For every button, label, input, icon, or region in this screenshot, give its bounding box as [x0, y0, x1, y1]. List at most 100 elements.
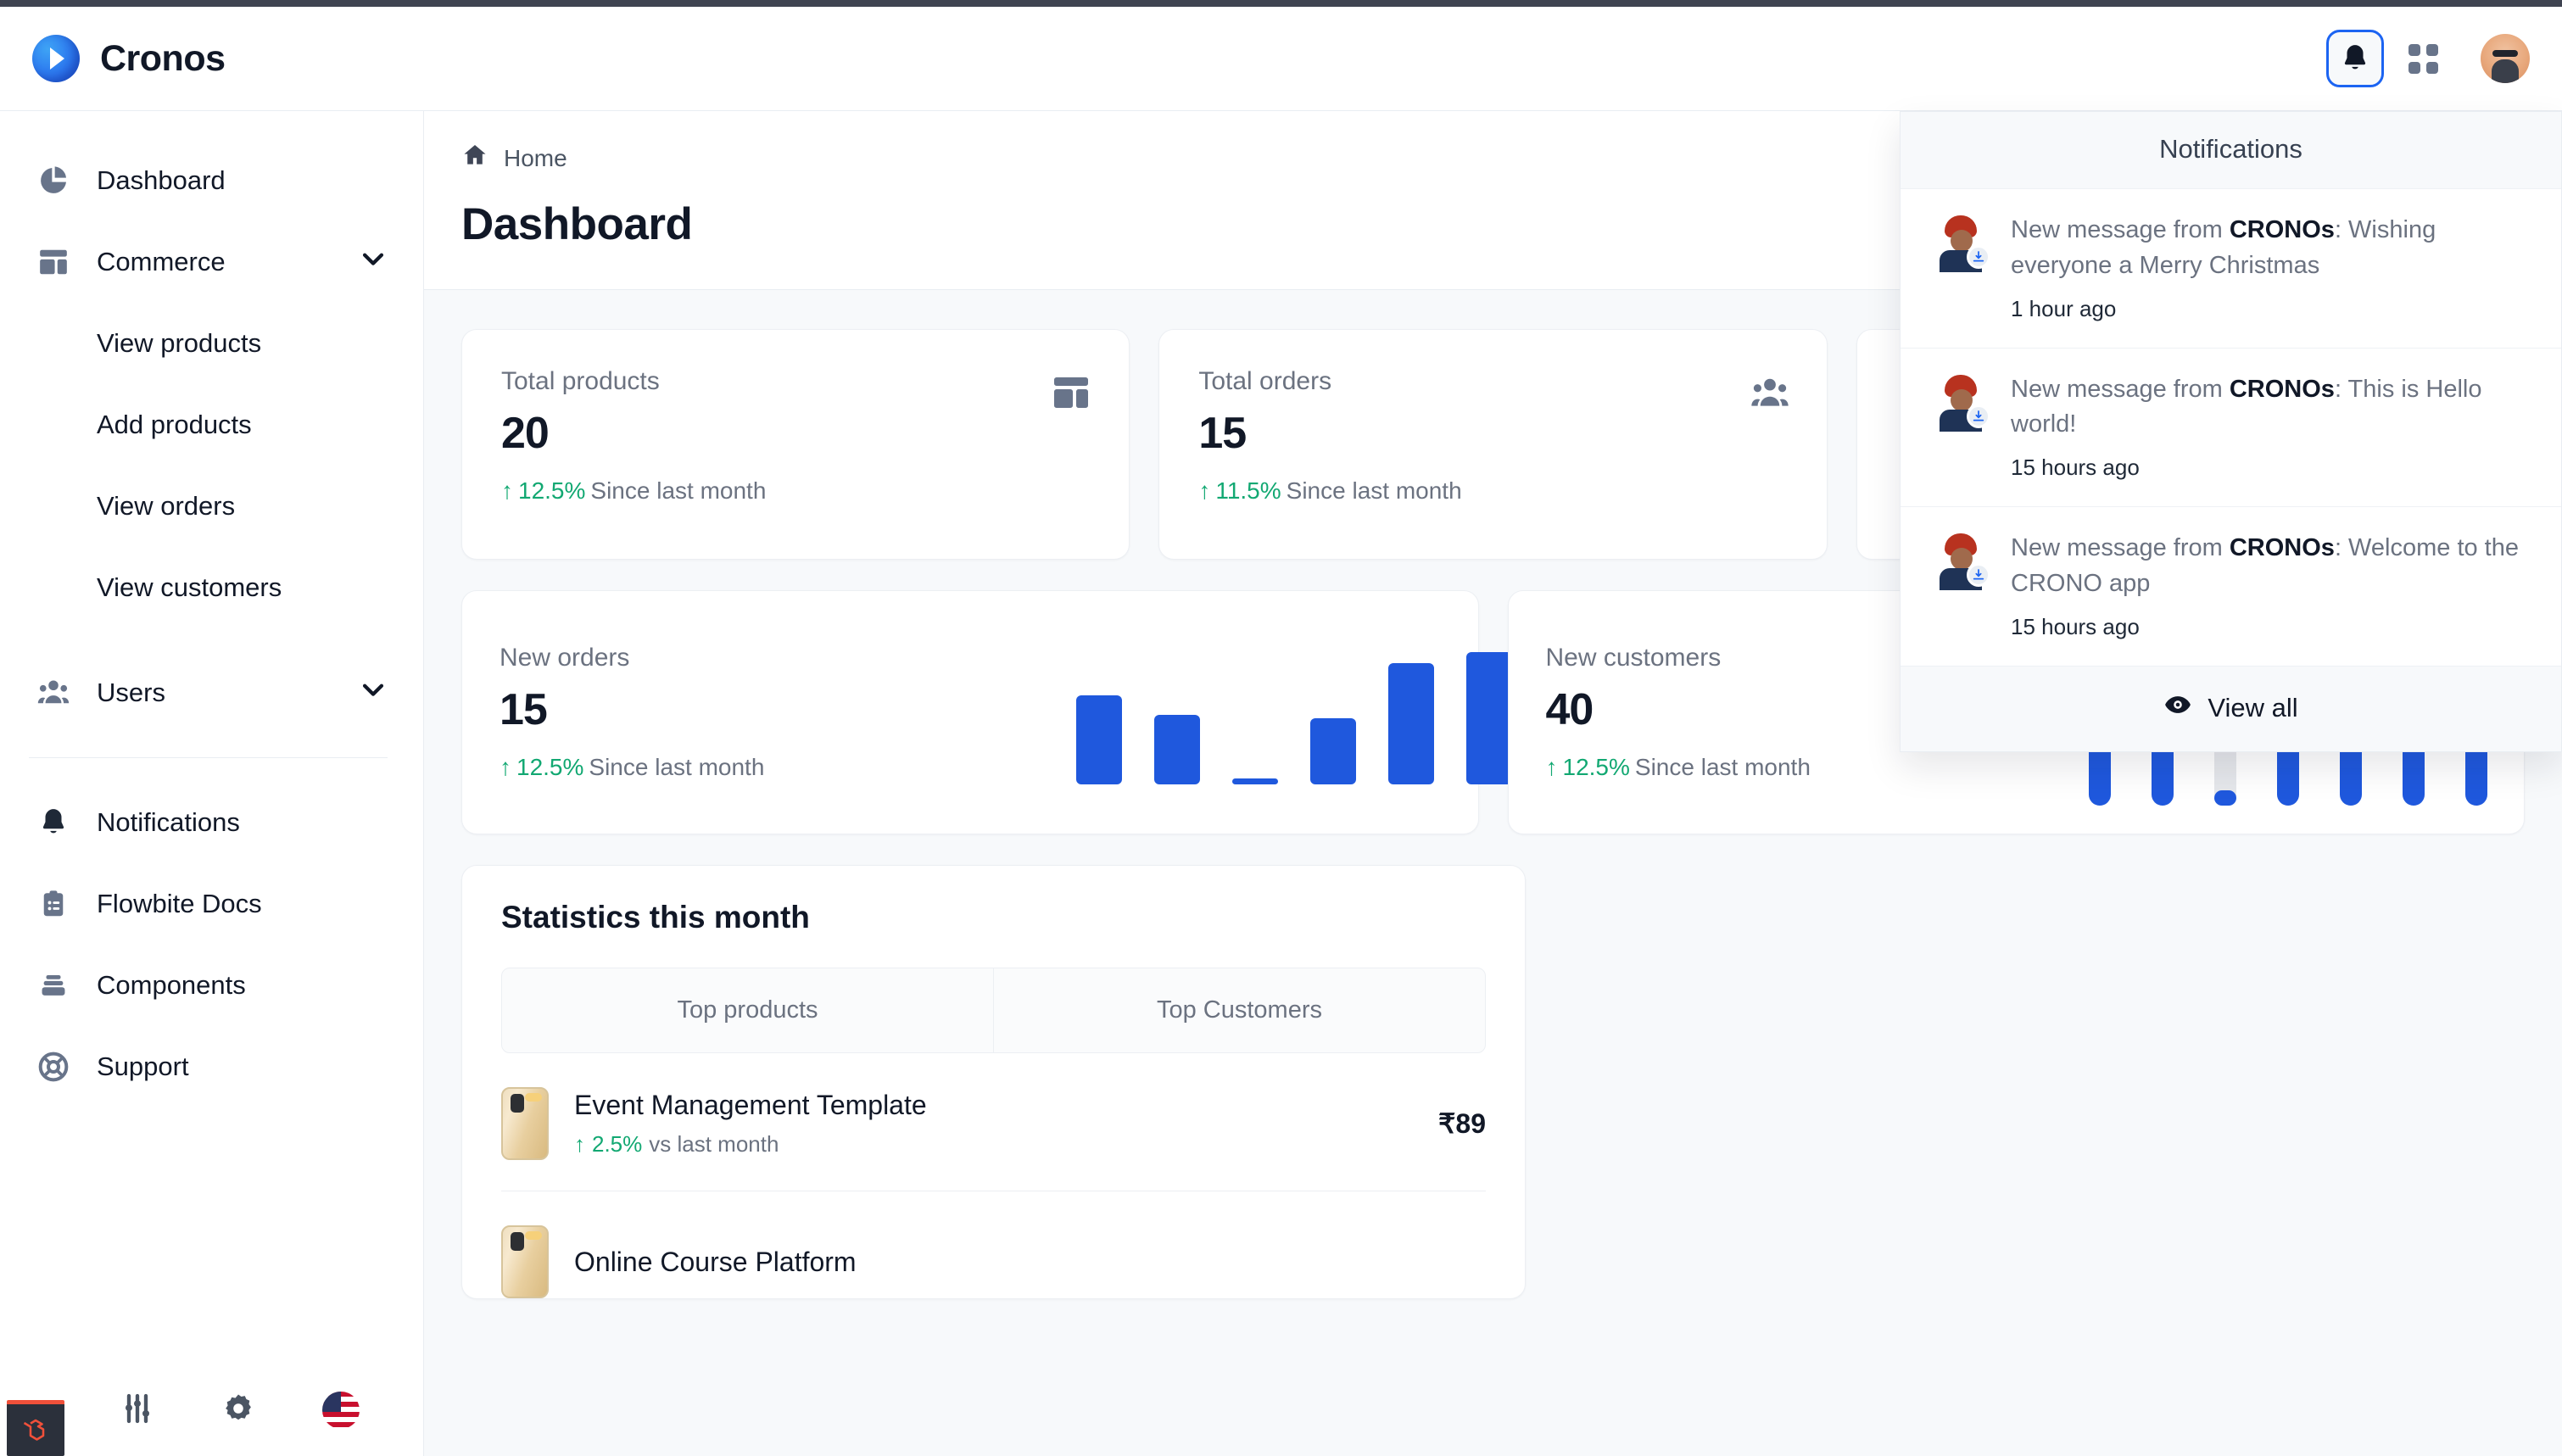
notification-text: New message from CRONOs: Wishing everyon… [2011, 213, 2531, 284]
download-badge-icon [1967, 563, 1990, 587]
stat-delta-pct: 11.5% [1215, 477, 1281, 504]
sidebar-item-label: Support [97, 1052, 189, 1081]
iphone-gold-thumbnail [501, 1087, 549, 1160]
sidebar-item-dashboard[interactable]: Dashboard [0, 140, 423, 221]
notification-sender: CRONOs [2229, 534, 2335, 561]
sidebar-divider [29, 757, 388, 758]
notification-text: New message from CRONOs: This is Hello w… [2011, 372, 2531, 443]
header-actions [2326, 30, 2530, 87]
sidebar-item-label: Flowbite Docs [97, 889, 262, 918]
bar [1388, 663, 1434, 784]
notification-body: New message from CRONOs: Wishing everyon… [2011, 213, 2531, 322]
statistics-card: Statistics this month Top products Top C… [461, 865, 1526, 1299]
lifebuoy-icon [36, 1049, 71, 1085]
notification-text: New message from CRONOs: Welcome to the … [2011, 531, 2531, 602]
chevron-down-icon[interactable] [359, 675, 388, 711]
laravel-logo-icon[interactable] [7, 1400, 64, 1456]
clipboard-list-icon [36, 886, 71, 922]
chart-meta: New orders 15 ↑ 12.5% Since last month [500, 644, 1042, 781]
bar [1154, 715, 1200, 784]
eye-icon [2163, 690, 2192, 726]
notification-prefix: New message from [2011, 216, 2230, 243]
arrow-up-icon: ↑ [574, 1131, 585, 1157]
bell-icon [36, 805, 71, 840]
product-delta-text: vs last month [649, 1131, 779, 1157]
bar [1466, 651, 1512, 784]
brand-name: Cronos [100, 37, 226, 79]
sidebar-item-users[interactable]: Users [0, 652, 423, 734]
iphone-gold-thumbnail [501, 1225, 549, 1298]
grid-apps-icon [2408, 43, 2438, 74]
bar [1076, 695, 1122, 784]
brand[interactable]: Cronos [32, 35, 226, 82]
apps-grid-button[interactable] [2401, 36, 2445, 81]
sidebar-nav: Dashboard Commerce View products Add pro… [0, 111, 423, 1107]
chart-delta-text: Since last month [589, 754, 765, 780]
stat-delta-text: Since last month [1286, 477, 1462, 504]
chart-delta-pct: 12.5% [516, 754, 584, 780]
notification-item[interactable]: New message from CRONOs: Wishing everyon… [1901, 189, 2561, 349]
notification-item[interactable]: New message from CRONOs: Welcome to the … [1901, 507, 2561, 667]
product-price: ₹89 [1438, 1108, 1486, 1139]
sidebar-item-view-products[interactable]: View products [0, 303, 423, 384]
window-top-strip [0, 0, 2562, 7]
sidebar-item-flowbite-docs[interactable]: Flowbite Docs [0, 863, 423, 945]
sidebar-item-view-customers[interactable]: View customers [0, 547, 423, 628]
sidebar-subitem-label: View orders [97, 491, 236, 521]
user-avatar [1933, 372, 1990, 432]
sidebar-item-view-orders[interactable]: View orders [0, 466, 423, 547]
stat-card-total-orders: Total orders 15 ↑ 11.5% Since last month [1158, 329, 1828, 560]
breadcrumb-home-link[interactable]: Home [504, 145, 567, 172]
sidebar-item-support[interactable]: Support [0, 1026, 423, 1107]
user-avatar [1933, 213, 1990, 272]
tab-top-products[interactable]: Top products [502, 968, 993, 1052]
notification-prefix: New message from [2011, 375, 2230, 403]
sidebar-item-commerce[interactable]: Commerce [0, 221, 423, 303]
chart-delta-pct: 12.5% [1562, 754, 1630, 780]
notifications-dropdown: Notifications New message from CRONOs: W… [1900, 111, 2562, 752]
table-row[interactable]: Event Management Template ↑ 2.5% vs last… [501, 1053, 1486, 1191]
notification-prefix: New message from [2011, 534, 2230, 561]
sidebar-item-label: Dashboard [97, 165, 226, 195]
home-icon [461, 142, 488, 175]
chevron-down-icon[interactable] [359, 244, 388, 280]
notifications-bell-button[interactable] [2326, 30, 2384, 87]
chart-label: New orders [500, 644, 630, 672]
notification-item[interactable]: New message from CRONOs: This is Hello w… [1901, 349, 2561, 507]
chart-card-new-orders: New orders 15 ↑ 12.5% Since last month [461, 590, 1590, 834]
stat-delta-text: Since last month [590, 477, 767, 504]
view-all-label: View all [2208, 692, 2298, 722]
sidebar-footer [0, 1364, 424, 1456]
product-delta: ↑ 2.5% vs last month [574, 1131, 927, 1158]
sidebar-item-notifications[interactable]: Notifications [0, 782, 423, 863]
sidebar-item-add-products[interactable]: Add products [0, 384, 423, 466]
bar [1310, 717, 1356, 784]
notification-time: 1 hour ago [2011, 295, 2117, 321]
user-avatar [1933, 531, 1990, 590]
sliders-icon[interactable] [120, 1392, 154, 1430]
notification-sender: CRONOs [2229, 375, 2335, 403]
stat-card-total-products: Total products 20 ↑ 12.5% Since last mon… [461, 329, 1130, 560]
layout-grid-icon [1051, 372, 1091, 413]
sidebar-item-label: Commerce [97, 247, 226, 276]
sidebar-subitem-label: View products [97, 328, 262, 358]
avatar[interactable] [2481, 34, 2530, 83]
bell-icon [2344, 45, 2366, 70]
sidebar-item-components[interactable]: Components [0, 945, 423, 1026]
notification-body: New message from CRONOs: Welcome to the … [2011, 531, 2531, 640]
us-flag-icon[interactable] [322, 1392, 360, 1429]
download-badge-icon [1967, 245, 1990, 269]
table-row[interactable]: Online Course Platform [501, 1191, 1486, 1298]
chart-delta-text: Since last month [1634, 754, 1811, 780]
sidebar-item-label: Notifications [97, 807, 240, 837]
view-all-notifications-button[interactable]: View all [1901, 666, 2561, 751]
arrow-up-icon: ↑ [501, 477, 513, 504]
layout-grid-icon [36, 244, 71, 280]
tab-top-customers[interactable]: Top Customers [993, 968, 1485, 1052]
notification-time: 15 hours ago [2011, 613, 2140, 639]
download-badge-icon [1967, 404, 1990, 428]
stat-label: Total products [501, 367, 660, 395]
product-delta-pct: 2.5% [592, 1131, 643, 1157]
product-name: Online Course Platform [574, 1246, 857, 1277]
gear-icon[interactable] [220, 1391, 256, 1431]
